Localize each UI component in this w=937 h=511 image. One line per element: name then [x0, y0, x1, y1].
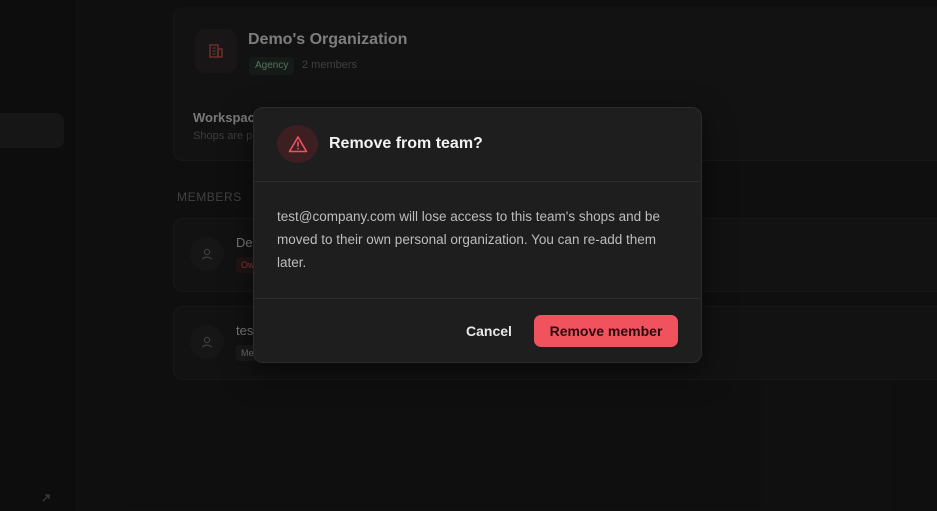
dialog-title: Remove from team? [329, 135, 483, 152]
cancel-button[interactable]: Cancel [454, 315, 524, 347]
dialog-footer: Cancel Remove member [254, 298, 701, 363]
warning-icon [277, 125, 318, 163]
remove-member-button[interactable]: Remove member [534, 315, 678, 347]
dialog-message: test@company.com will lose access to thi… [277, 209, 660, 270]
dialog-header: Remove from team? [254, 108, 701, 182]
remove-member-dialog: Remove from team? test@company.com will … [253, 107, 702, 363]
